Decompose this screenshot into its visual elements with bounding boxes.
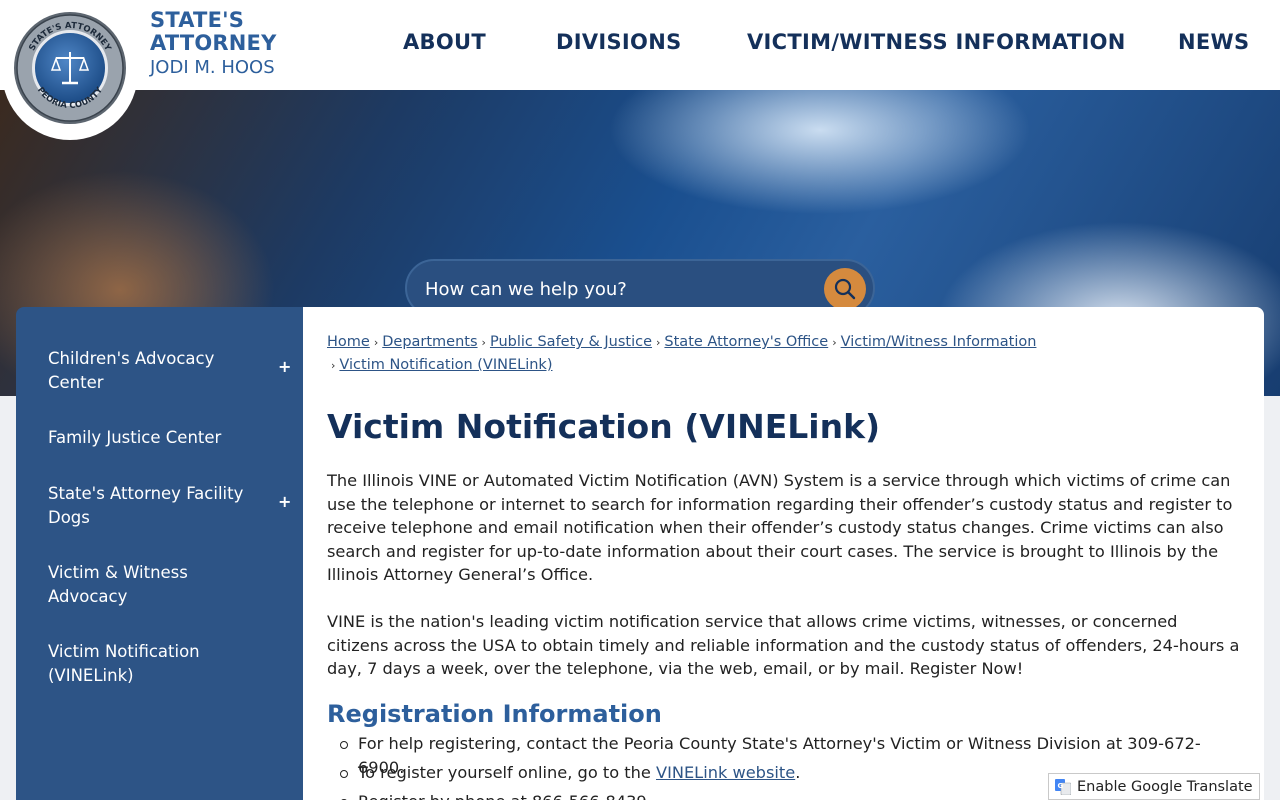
page-title: Victim Notification (VINELink)	[327, 407, 881, 446]
seal-container: STATE'S ATTORNEY PEORIA COUNTY	[2, 0, 138, 140]
breadcrumb-victim-witness-information[interactable]: Victim/Witness Information	[841, 334, 1037, 350]
main-nav: ABOUT DIVISIONS VICTIM/WITNESS INFORMATI…	[0, 30, 1280, 60]
sidebar-item-victim-notification[interactable]: Victim Notification (VINELink)	[48, 640, 258, 688]
vinelink-website-link[interactable]: VINELink website	[656, 763, 795, 782]
expand-icon[interactable]: +	[278, 492, 291, 511]
nav-news[interactable]: NEWS	[1178, 30, 1249, 54]
intro-paragraph: The Illinois VINE or Automated Victim No…	[327, 471, 1233, 584]
register-online-prefix: To register yourself online, go to the	[358, 763, 656, 782]
nav-divisions[interactable]: DIVISIONS	[556, 30, 682, 54]
registration-heading: Registration Information	[327, 700, 662, 728]
breadcrumb-separator: ›	[832, 336, 837, 349]
breadcrumb-victim-notification[interactable]: Victim Notification (VINELink)	[339, 357, 552, 373]
search-input[interactable]	[425, 275, 805, 303]
expand-icon[interactable]: +	[278, 357, 291, 376]
breadcrumb-separator: ›	[373, 336, 379, 349]
breadcrumb-home[interactable]: Home	[327, 334, 370, 350]
sidebar-nav: Children's Advocacy Center + Family Just…	[16, 307, 303, 800]
translate-label: Enable Google Translate	[1077, 778, 1253, 795]
sidebar-item-victim-witness-advocacy[interactable]: Victim & Witness Advocacy	[48, 561, 258, 609]
breadcrumb: Home › Departments › Public Safety & Justice…	[327, 331, 1247, 377]
seal-ring: STATE'S ATTORNEY PEORIA COUNTY	[16, 14, 124, 122]
county-seal-logo[interactable]: STATE'S ATTORNEY PEORIA COUNTY	[14, 12, 126, 124]
svg-text:G: G	[1058, 782, 1064, 790]
list-item: For help registering, contact the Peoria…	[340, 732, 1238, 777]
main-content: Home › Departments › Public Safety & Justice…	[303, 307, 1264, 800]
breadcrumb-departments[interactable]: Departments	[382, 334, 477, 350]
sidebar-item-family-justice-center[interactable]: Family Justice Center	[48, 426, 258, 450]
search-button[interactable]	[824, 268, 866, 310]
google-translate-button[interactable]: G Enable Google Translate	[1048, 773, 1260, 800]
site-header: STATE'S ATTORNEY JODI M. HOOS ABOUT DIVI…	[0, 0, 1280, 90]
breadcrumb-separator: ›	[656, 336, 661, 349]
register-by-phone-text: Register by phone at 866-566-8439.	[358, 792, 652, 800]
breadcrumb-separator: ›	[481, 336, 486, 349]
register-online-suffix: .	[795, 763, 801, 782]
sidebar-item-facility-dogs[interactable]: State's Attorney Facility Dogs	[48, 482, 258, 530]
seal-bottom-text: PEORIA COUNTY	[35, 85, 106, 111]
nav-about[interactable]: ABOUT	[403, 30, 486, 54]
seal-top-text: STATE'S ATTORNEY	[27, 21, 113, 54]
nav-victim-witness-information[interactable]: VICTIM/WITNESS INFORMATION	[747, 30, 1126, 54]
breadcrumb-public-safety[interactable]: Public Safety & Justice	[490, 334, 652, 350]
breadcrumb-state-attorneys-office[interactable]: State Attorney's Office	[664, 334, 828, 350]
brand-line-1: STATE'S	[150, 8, 245, 32]
search-icon	[834, 278, 856, 300]
google-translate-icon: G	[1055, 778, 1072, 795]
vine-description-paragraph: VINE is the nation's leading victim noti…	[327, 612, 1240, 678]
breadcrumb-separator: ›	[331, 359, 336, 372]
sidebar-item-childrens-advocacy-center[interactable]: Children's Advocacy Center	[48, 347, 258, 395]
